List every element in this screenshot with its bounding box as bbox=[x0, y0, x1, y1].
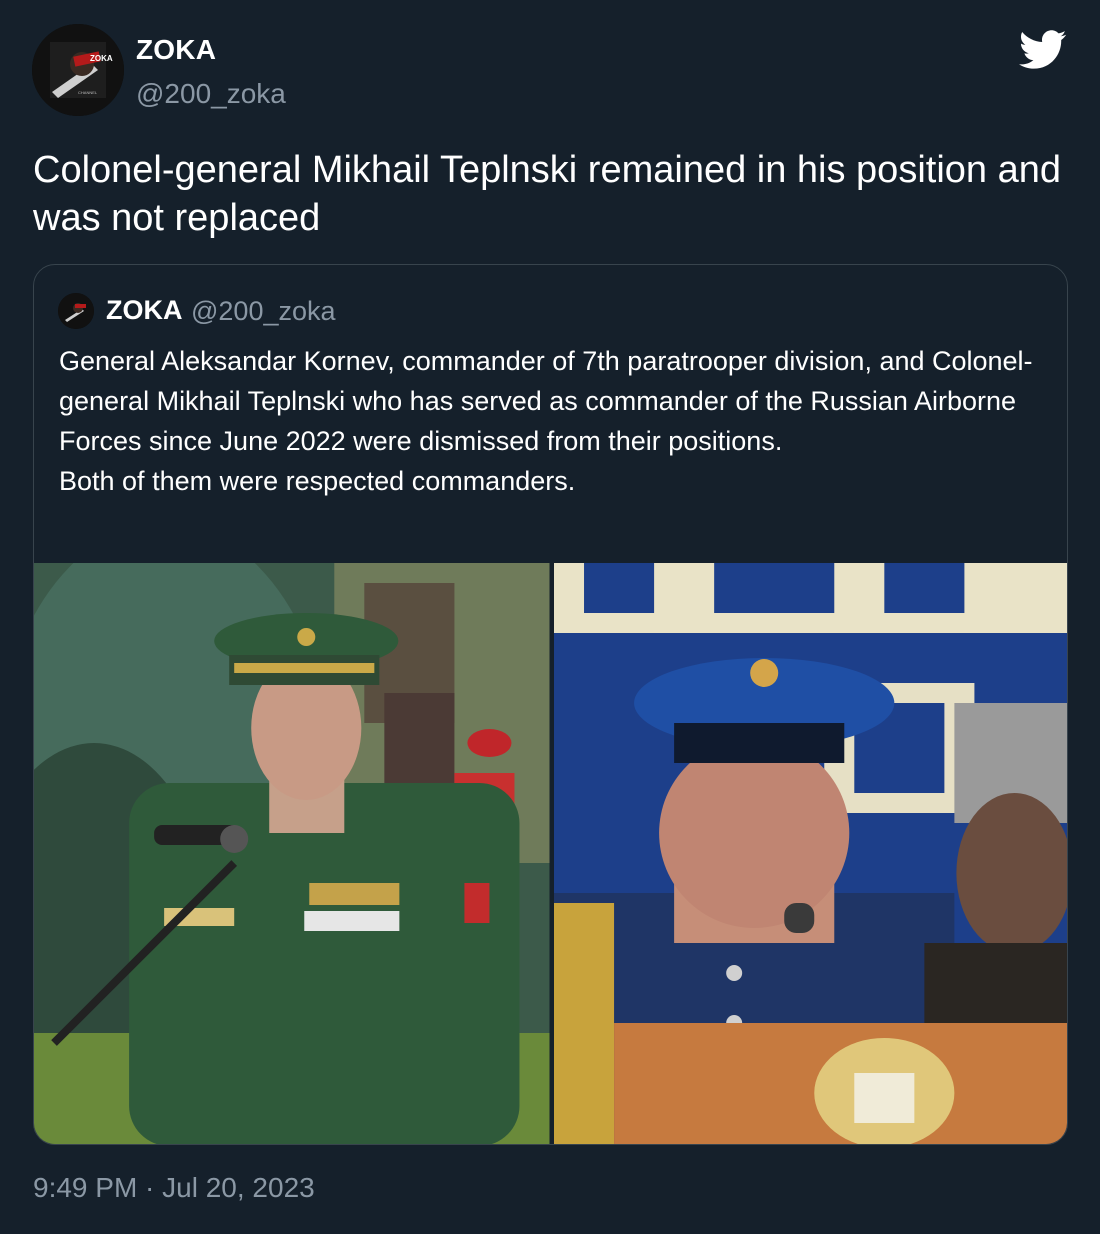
quoted-media-grid bbox=[34, 563, 1067, 1144]
author-handle[interactable]: @200_zoka bbox=[136, 78, 286, 110]
photo-general-blue-uniform[interactable] bbox=[553, 563, 1067, 1144]
quoted-avatar-image bbox=[58, 293, 94, 329]
twitter-bird-icon[interactable] bbox=[1018, 30, 1068, 70]
quoted-tweet-text: General Aleksandar Kornev, commander of … bbox=[59, 341, 1049, 501]
tweet-text: Colonel-general Mikhail Teplnski remaine… bbox=[33, 149, 1061, 239]
quoted-author-avatar[interactable] bbox=[58, 293, 94, 329]
tweet-timestamp[interactable]: 9:49 PM · Jul 20, 2023 bbox=[33, 1172, 315, 1204]
svg-text:ZOKA: ZOKA bbox=[90, 54, 113, 63]
photo-general-green-uniform[interactable] bbox=[34, 563, 550, 1144]
tweet-card: ZOKA CHANNEL ZOKA @200_zoka Colonel-gene… bbox=[0, 0, 1100, 1234]
quoted-text-paragraph-2: Both of them were respected commanders. bbox=[59, 466, 576, 496]
author-avatar-image: ZOKA CHANNEL bbox=[32, 24, 124, 116]
author-avatar[interactable]: ZOKA CHANNEL bbox=[32, 24, 124, 116]
svg-text:CHANNEL: CHANNEL bbox=[78, 90, 98, 95]
author-display-name[interactable]: ZOKA bbox=[136, 34, 216, 66]
quoted-author-handle[interactable]: @200_zoka bbox=[191, 296, 336, 327]
quoted-tweet[interactable]: ZOKA @200_zoka General Aleksandar Kornev… bbox=[33, 264, 1068, 1145]
quoted-author-display-name[interactable]: ZOKA bbox=[106, 295, 183, 326]
quoted-text-paragraph-1: General Aleksandar Kornev, commander of … bbox=[59, 346, 1033, 456]
